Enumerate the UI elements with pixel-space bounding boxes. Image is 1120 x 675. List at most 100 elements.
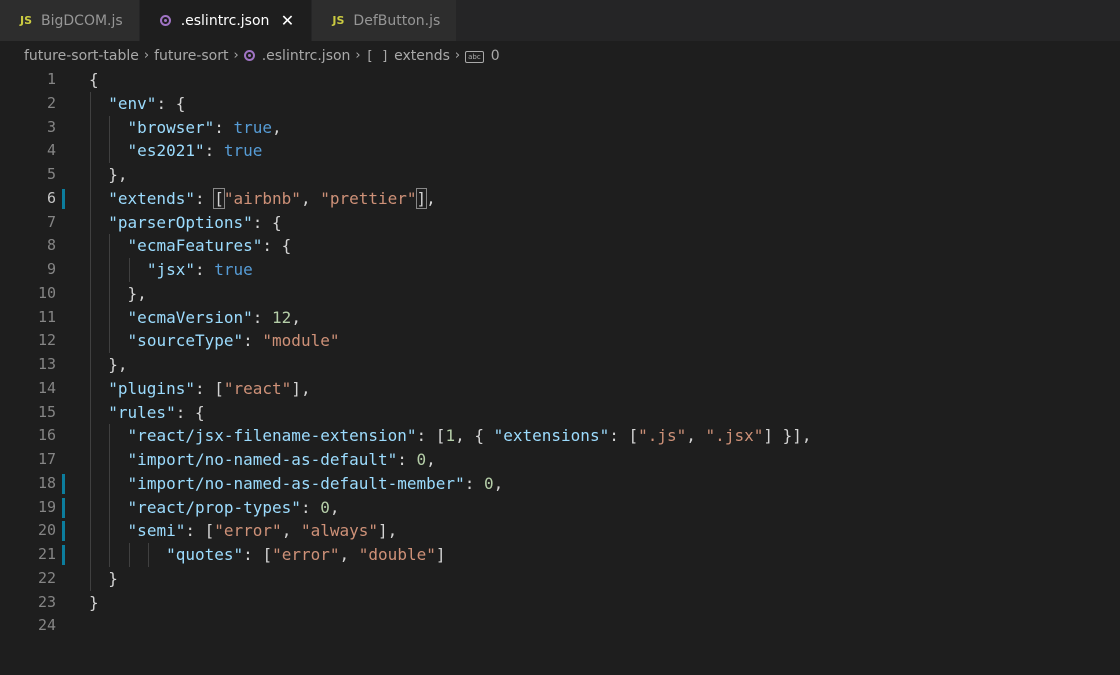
code-text: "browser": true, — [128, 116, 282, 140]
code-editor[interactable]: 1{2 "env": {3 "browser": true, 4 "es2021": t… — [0, 68, 1120, 638]
line-number: 5 — [46, 165, 56, 183]
indent-guide — [90, 353, 91, 377]
code-text: "es2021": true — [128, 139, 263, 163]
chevron-right-icon: › — [143, 48, 150, 63]
code-line[interactable]: 12 "sourceType": "module" — [0, 329, 1120, 353]
json-string: ".jsx" — [705, 426, 764, 446]
tab-bigdcom-js[interactable]: JS BigDCOM.js — [0, 0, 140, 41]
punctuation: : — [397, 450, 417, 469]
code-line[interactable]: 24 — [0, 614, 1120, 638]
modified-line-marker[interactable] — [62, 473, 65, 494]
punctuation: : — [252, 307, 273, 327]
indent-guide — [109, 329, 111, 353]
code-line[interactable]: 9 "jsx": true — [0, 258, 1120, 282]
breadcrumb-item-future-sort[interactable]: future-sort — [154, 48, 228, 64]
code-line[interactable]: 8 "ecmaFeatures": { — [0, 234, 1120, 258]
punctuation: : [ — [194, 378, 224, 398]
punctuation: , { — [455, 426, 494, 446]
line-number: 13 — [37, 355, 56, 373]
code-line[interactable]: 11 "ecmaVersion": 12, — [0, 305, 1120, 330]
indent-guide — [90, 519, 91, 543]
tab-bar: JS BigDCOM.js .eslintrc.json ✕ JS DefBut… — [0, 0, 1120, 41]
line-number: 22 — [37, 568, 56, 587]
punctuation: : [ — [416, 426, 446, 446]
code-text: "plugins": ["react"], — [108, 377, 310, 401]
modified-line-marker[interactable] — [62, 545, 65, 565]
code-line[interactable]: 13}, — [0, 353, 1120, 377]
json-string: "react" — [223, 378, 292, 398]
indent-guide — [109, 115, 111, 140]
code-line[interactable]: 23} — [0, 591, 1120, 615]
code-text: "import/no-named-as-default-member": 0, — [128, 472, 504, 496]
modified-line-marker[interactable] — [62, 188, 65, 209]
punctuation: , — [329, 497, 340, 517]
json-key: "ecmaVersion" — [127, 307, 253, 327]
code-line[interactable]: 19 "react/prop-types": 0, — [0, 495, 1120, 520]
line-number: 9 — [46, 260, 56, 278]
tab-label: BigDCOM.js — [41, 12, 123, 29]
punctuation: , — [281, 521, 301, 541]
tab-defbutton-js[interactable]: JS DefButton.js — [312, 0, 458, 41]
indent-guide — [90, 376, 91, 401]
modified-line-marker[interactable] — [62, 497, 65, 518]
modified-line-marker[interactable] — [62, 521, 65, 542]
json-key: "browser" — [127, 117, 215, 137]
json-boolean: true — [214, 260, 253, 279]
code-line[interactable]: 2 "env": { — [0, 91, 1120, 116]
code-line[interactable]: 16 "react/jsx-filename-extension": [1, { … — [0, 424, 1120, 448]
breadcrumb-item-index[interactable]: abc 0 — [465, 48, 500, 64]
json-key: "ecmaFeatures" — [127, 236, 263, 256]
code-line[interactable]: 14 "plugins": ["react"], — [0, 376, 1120, 401]
code-line[interactable]: 21 "quotes": ["error", "double"] — [0, 543, 1120, 567]
indent-guide — [128, 543, 130, 567]
punctuation: , — [272, 117, 282, 137]
punctuation: : — [214, 117, 234, 137]
punctuation: , — [686, 426, 706, 446]
indent-guide — [109, 281, 111, 306]
json-key: "extends" — [108, 188, 195, 208]
js-file-icon: JS — [332, 14, 345, 27]
code-text: "env": { — [108, 92, 185, 116]
code-line[interactable]: 7 "parserOptions": { — [0, 210, 1120, 235]
line-number: 8 — [46, 236, 56, 255]
indent-guide — [90, 471, 91, 496]
punctuation: : { — [262, 236, 292, 256]
line-number: 21 — [37, 545, 56, 563]
json-key: "extensions" — [493, 426, 610, 446]
indent-guide — [109, 234, 111, 258]
code-line[interactable]: 3 "browser": true, — [0, 115, 1120, 140]
indent-guide — [90, 210, 91, 235]
json-number: 0 — [483, 473, 494, 493]
line-number: 18 — [37, 473, 56, 492]
code-line[interactable]: 4 "es2021": true — [0, 139, 1120, 163]
close-tab-icon[interactable]: ✕ — [279, 11, 295, 30]
breadcrumb-item-extends[interactable]: [ ] extends — [366, 48, 450, 64]
code-line[interactable]: 6 "extends": ["airbnb", "prettier"], — [0, 186, 1120, 211]
code-line[interactable]: 20 "semi": ["error", "always"], — [0, 519, 1120, 543]
code-text: { — [89, 68, 99, 92]
punctuation: ] }], — [763, 426, 812, 446]
code-line[interactable]: 17 "import/no-named-as-default": 0, — [0, 448, 1120, 472]
json-boolean: true — [223, 141, 263, 161]
indent-guide — [90, 139, 91, 163]
punctuation: , — [426, 450, 436, 469]
matched-bracket: ] — [415, 187, 428, 209]
code-line[interactable]: 15 "rules": { — [0, 400, 1120, 425]
code-line[interactable]: 1{ — [0, 68, 1120, 92]
code-line[interactable]: 22} — [0, 566, 1120, 591]
eslint-icon — [243, 49, 255, 61]
code-line[interactable]: 10}, — [0, 281, 1120, 306]
line-number: 12 — [37, 331, 56, 350]
indent-guide — [109, 305, 111, 330]
code-text: "ecmaFeatures": { — [128, 234, 292, 258]
punctuation: } — [89, 592, 99, 612]
chevron-right-icon: › — [355, 48, 361, 63]
tab-eslintrc-json[interactable]: .eslintrc.json ✕ — [139, 0, 313, 41]
json-key: "semi" — [127, 521, 186, 541]
punctuation: : { — [175, 402, 205, 422]
indent-guide — [109, 448, 111, 472]
breadcrumb-item-future-sort-table[interactable]: future-sort-table — [24, 48, 139, 64]
code-line[interactable]: 5}, — [0, 163, 1120, 187]
code-line[interactable]: 18 "import/no-named-as-default-member": 0… — [0, 471, 1120, 496]
breadcrumb-item-file[interactable]: .eslintrc.json — [243, 48, 350, 64]
